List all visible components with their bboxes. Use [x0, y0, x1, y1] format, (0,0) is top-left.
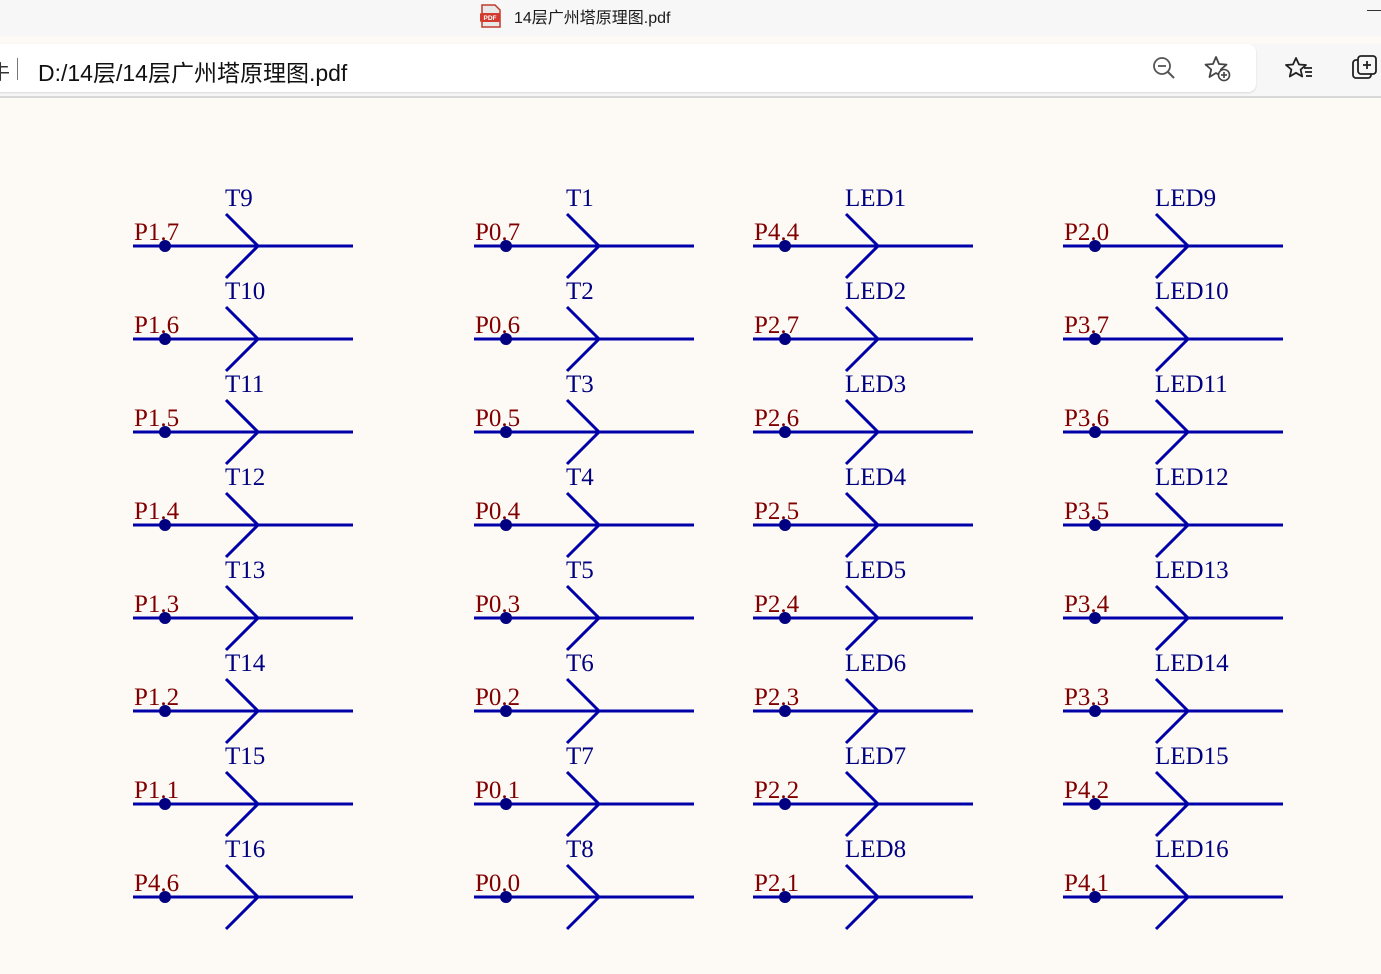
port-label: P1.4	[134, 498, 180, 525]
port-label: P3.6	[1064, 405, 1109, 432]
net-label: T4	[566, 464, 594, 491]
port-label: P0.4	[475, 498, 521, 525]
port-label: P1.7	[134, 219, 179, 246]
net-label: T15	[225, 743, 265, 770]
net-label: LED2	[845, 278, 906, 305]
net-label: T13	[225, 557, 265, 584]
port-label: P1.5	[134, 405, 179, 432]
port-label: P4.6	[134, 870, 179, 897]
port-label: P0.6	[475, 312, 520, 339]
net-label: T10	[225, 278, 265, 305]
net-label: LED10	[1155, 278, 1229, 305]
net-label: LED15	[1155, 743, 1229, 770]
net-label: LED1	[845, 185, 906, 212]
url-text[interactable]: D:/14层/14层广州塔原理图.pdf	[38, 54, 347, 88]
address-separator	[17, 58, 18, 80]
title-bar: PDF 14层广州塔原理图.pdf	[0, 0, 1381, 36]
net-label: T16	[225, 836, 265, 863]
net-label: T7	[566, 743, 594, 770]
port-label: P0.0	[475, 870, 520, 897]
port-label: P2.3	[754, 684, 799, 711]
net-label: T9	[225, 185, 253, 212]
port-label: P0.3	[475, 591, 520, 618]
port-label: P2.6	[754, 405, 799, 432]
net-label: LED7	[845, 743, 906, 770]
net-label: T2	[566, 278, 594, 305]
schematic-canvas: P1.7 T9 P1.6 T10 P1.5 T11 P1.4 T12 P1.3 T13 P1.2 T1…	[133, 185, 1283, 931]
net-label: T1	[566, 185, 594, 212]
port-label: P3.7	[1064, 312, 1109, 339]
net-label: T11	[225, 371, 264, 398]
net-label: LED14	[1155, 650, 1229, 677]
port-label: P4.2	[1064, 777, 1109, 804]
net-label: T6	[566, 650, 594, 677]
net-label: T12	[225, 464, 265, 491]
pdf-icon-label: PDF	[484, 15, 497, 22]
address-bar: 牛 D:/14层/14层广州塔原理图.pdf	[0, 44, 1381, 96]
pdf-page: P1.7 T9 P1.6 T10 P1.5 T11 P1.4 T12 P1.3 T13 P1.2 T1…	[0, 98, 1381, 974]
net-label: T8	[566, 836, 594, 863]
net-label: LED8	[845, 836, 906, 863]
net-label: T5	[566, 557, 594, 584]
net-label: T3	[566, 371, 594, 398]
port-label: P2.5	[754, 498, 799, 525]
port-label: P0.7	[475, 219, 520, 246]
net-label: LED13	[1155, 557, 1229, 584]
favorites-icon[interactable]	[1285, 54, 1313, 82]
net-label: T14	[225, 650, 266, 677]
net-label: LED3	[845, 371, 906, 398]
net-label: LED11	[1155, 371, 1228, 398]
collections-icon[interactable]	[1351, 54, 1379, 82]
pdf-file-icon: PDF	[480, 4, 501, 28]
net-label: LED4	[845, 464, 907, 491]
port-label: P1.6	[134, 312, 179, 339]
port-label: P2.1	[754, 870, 799, 897]
port-label: P2.2	[754, 777, 799, 804]
net-label: LED5	[845, 557, 906, 584]
active-tab[interactable]: PDF 14层广州塔原理图.pdf	[480, 4, 671, 28]
port-label: P2.4	[754, 591, 800, 618]
net-label: LED9	[1155, 185, 1216, 212]
port-label: P4.1	[1064, 870, 1109, 897]
address-prefix: 牛	[0, 56, 10, 85]
address-box[interactable]: 牛 D:/14层/14层广州塔原理图.pdf	[0, 44, 1256, 92]
port-label: P2.0	[1064, 219, 1109, 246]
port-label: P1.3	[134, 591, 179, 618]
port-label: P3.3	[1064, 684, 1109, 711]
port-label: P3.4	[1064, 591, 1110, 618]
port-label: P4.4	[754, 219, 800, 246]
add-favorite-icon[interactable]	[1203, 54, 1231, 82]
port-label: P2.7	[754, 312, 799, 339]
net-label: LED16	[1155, 836, 1229, 863]
port-label: P3.5	[1064, 498, 1109, 525]
minimize-button[interactable]	[1367, 10, 1381, 11]
port-label: P1.1	[134, 777, 179, 804]
port-label: P0.1	[475, 777, 520, 804]
tab-title-text: 14层广州塔原理图.pdf	[514, 10, 671, 27]
port-label: P0.5	[475, 405, 520, 432]
zoom-out-icon[interactable]	[1150, 54, 1178, 82]
port-label: P1.2	[134, 684, 179, 711]
net-label: LED6	[845, 650, 906, 677]
net-label: LED12	[1155, 464, 1229, 491]
port-label: P0.2	[475, 684, 520, 711]
